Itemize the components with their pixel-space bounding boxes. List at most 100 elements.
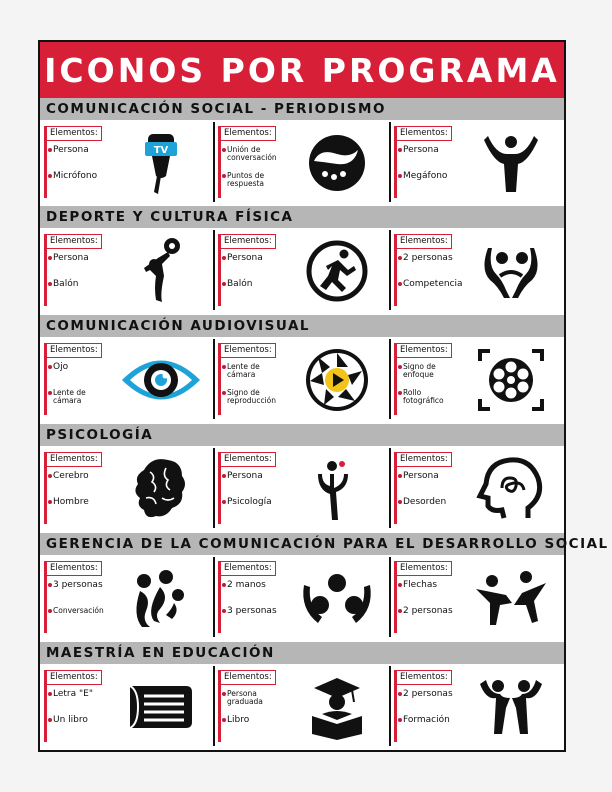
element-item: Balón <box>48 279 111 289</box>
elements-label: Elementos: <box>44 670 102 685</box>
element-item: Libro <box>222 716 285 725</box>
element-item-text: Persona <box>227 253 263 263</box>
graduate-book-icon <box>292 672 382 742</box>
bullet-dot <box>398 500 402 504</box>
person-psi-icon <box>292 454 382 524</box>
elements-label: Elementos: <box>218 126 276 141</box>
poster-title: ICONOS POR PROGRAMA <box>40 42 564 100</box>
element-item-text: Balón <box>227 279 253 289</box>
elements-box: Elementos: Ojo Lente de cámara <box>44 343 110 415</box>
program-cell: Elementos: Letra "E" Un libro <box>40 666 214 746</box>
element-item-text: 2 personas <box>403 606 453 616</box>
elements-label: Elementos: <box>44 452 102 467</box>
element-item: Signo de enfoque <box>398 362 461 379</box>
bullet-dot <box>48 718 52 722</box>
bullet-dot <box>48 474 52 478</box>
elements-label: Elementos: <box>44 234 102 249</box>
elements-label: Elementos: <box>394 234 452 249</box>
program-cell: Elementos: Persona Balón <box>214 230 390 310</box>
bullet-dot <box>48 365 52 369</box>
bullet-dot <box>222 174 226 178</box>
elements-box: Elementos: 3 personas Conversación <box>44 561 110 633</box>
element-item-text: Conversación <box>53 606 104 615</box>
bullet-dot <box>398 609 402 613</box>
tv-microphone-icon: TV <box>116 128 206 198</box>
element-item-text: Signo de enfoque <box>403 362 436 379</box>
program-cell: Elementos: 2 manos 3 personas <box>214 557 390 637</box>
element-item-text: Balón <box>53 279 79 289</box>
element-item-text: 3 personas <box>53 580 103 590</box>
element-item: 3 personas <box>48 580 111 590</box>
element-item-text: Megáfono <box>403 171 448 181</box>
head-scribble-icon <box>466 454 556 524</box>
element-item: Lente de cámara <box>48 388 111 405</box>
element-item-text: Hombre <box>53 497 89 507</box>
element-item: Persona <box>222 253 285 263</box>
bullet-dot <box>222 500 226 504</box>
elements-label: Elementos: <box>394 561 452 576</box>
three-persons-conversation-icon <box>116 563 206 633</box>
elements-box: Elementos: 2 personas Competencia <box>394 234 463 306</box>
element-item-text: Persona <box>53 145 89 155</box>
bullet-dot <box>398 365 402 369</box>
bullet-dot <box>48 282 52 286</box>
yin-yang-dialogue-icon <box>292 128 382 198</box>
bullet-dot <box>222 282 226 286</box>
bullet-dot <box>222 256 226 260</box>
elements-box: Elementos: Persona Balón <box>218 234 284 306</box>
section-row: Elementos: 3 personas Conversación Element… <box>40 557 564 637</box>
elements-box: Elementos: Persona Psicología <box>218 452 284 524</box>
bullet-dot <box>398 256 402 260</box>
bullet-dot <box>48 391 52 395</box>
element-item: Unión de conversación <box>222 146 285 162</box>
element-item-text: Rollo fotográfico <box>403 388 444 405</box>
element-item-text: Persona graduada <box>227 689 263 706</box>
bullet-dot <box>222 391 226 395</box>
elements-box: Elementos: Persona graduada Libro <box>218 670 284 742</box>
element-item-text: 2 manos <box>227 580 266 590</box>
section-row: Elementos: Letra "E" Un libro Elementos: Pe… <box>40 666 564 746</box>
section-header: GERENCIA DE LA COMUNICACIÓN PARA EL DESA… <box>40 533 607 555</box>
element-item-text: Competencia <box>403 279 463 289</box>
arrows-persons-icon <box>466 563 556 633</box>
element-item: Signo de reproducción <box>222 389 285 405</box>
bullet-dot <box>398 583 402 587</box>
element-item: Persona <box>222 472 285 481</box>
bullet-dot <box>48 500 52 504</box>
element-item-text: Persona <box>53 253 89 263</box>
element-item: Balón <box>222 279 285 289</box>
element-item: Ojo <box>48 363 111 372</box>
element-item: Lente de cámara <box>222 363 285 379</box>
element-item-text: Persona <box>403 145 439 155</box>
section-row: Elementos: Persona Balón Elementos: Persona… <box>40 230 564 310</box>
element-item: Psicología <box>222 497 285 507</box>
program-cell: Elementos: 2 personas Competencia <box>390 230 564 310</box>
program-cell: Elementos: Cerebro Hombre <box>40 448 214 528</box>
focus-film-reel-icon <box>466 345 556 415</box>
program-cell: Elementos: Flechas 2 personas <box>390 557 564 637</box>
bullet-dot <box>398 474 402 478</box>
elements-label: Elementos: <box>44 126 102 141</box>
elements-box: Elementos: 2 personas Formación <box>394 670 460 742</box>
element-item: Letra "E" <box>48 690 111 699</box>
two-persons-competition-icon <box>466 236 556 306</box>
element-item-text: 2 personas <box>403 253 453 263</box>
program-cell: Elementos: Unión de conversación Puntos de… <box>214 122 390 202</box>
element-item: 2 personas <box>398 253 461 263</box>
elements-box: Elementos: Unión de conversación Puntos de… <box>218 126 284 198</box>
program-cell: Elementos: Persona Balón <box>40 230 214 310</box>
bullet-dot <box>48 256 52 260</box>
bullet-dot <box>48 174 52 178</box>
element-item-text: Psicología <box>227 497 272 507</box>
element-item-text: Lente de cámara <box>53 388 86 405</box>
poster-sheet: ICONOS POR PROGRAMA COMUNICACIÓN SOCIAL … <box>38 40 607 752</box>
section-row: Elementos: Persona Micrófono TV Elementos:… <box>40 122 564 202</box>
element-item-text: Formación <box>403 715 450 725</box>
bullet-dot <box>48 692 52 696</box>
element-item-text: 3 personas <box>227 606 277 616</box>
element-item-text: 2 personas <box>403 689 453 699</box>
element-item: Competencia <box>398 279 463 289</box>
elements-box: Elementos: Signo de enfoque Rollo fotográf… <box>394 343 460 415</box>
hands-persons-icon <box>292 563 382 633</box>
section-header: DEPORTE Y CULTURA FÍSICA <box>40 206 564 228</box>
